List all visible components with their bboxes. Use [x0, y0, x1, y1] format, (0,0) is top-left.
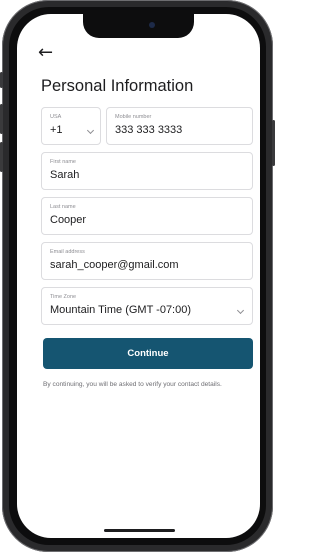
last-name-field[interactable]: Last name Cooper: [41, 197, 253, 235]
back-arrow-icon[interactable]: ←: [38, 44, 53, 62]
time-zone-value: Mountain Time (GMT -07:00): [50, 304, 192, 316]
time-zone-label: Time Zone: [50, 294, 77, 300]
verification-note: By continuing, you will be asked to veri…: [43, 381, 222, 388]
continue-button[interactable]: Continue: [43, 338, 253, 369]
volume-up-button: [0, 104, 3, 134]
home-indicator[interactable]: [104, 529, 175, 532]
country-label: USA: [50, 114, 62, 120]
email-label: Email address: [50, 249, 85, 255]
chevron-down-icon: [236, 306, 245, 315]
first-name-value: Sarah: [50, 169, 80, 181]
email-value: sarah_cooper@gmail.com: [50, 259, 179, 271]
mobile-label: Mobile number: [115, 114, 152, 120]
notch: [83, 14, 194, 38]
volume-down-button: [0, 142, 3, 172]
page-title: Personal Information: [41, 77, 194, 95]
chevron-down-icon: [86, 126, 95, 135]
country-code-select[interactable]: USA +1: [41, 107, 101, 145]
email-field[interactable]: Email address sarah_cooper@gmail.com: [41, 242, 253, 280]
power-button: [272, 120, 275, 166]
silent-switch: [0, 72, 3, 88]
app-screen: ← Personal Information USA +1 Mobile num…: [17, 14, 260, 538]
phone-frame: ← Personal Information USA +1 Mobile num…: [0, 0, 275, 552]
first-name-field[interactable]: First name Sarah: [41, 152, 253, 190]
country-code-value: +1: [50, 124, 63, 136]
first-name-label: First name: [50, 159, 76, 165]
mobile-value: 333 333 3333: [115, 124, 183, 136]
last-name-label: Last name: [50, 204, 76, 210]
mobile-number-field[interactable]: Mobile number 333 333 3333: [106, 107, 253, 145]
camera-icon: [149, 22, 155, 28]
last-name-value: Cooper: [50, 214, 87, 226]
time-zone-select[interactable]: Time Zone Mountain Time (GMT -07:00): [41, 287, 253, 325]
